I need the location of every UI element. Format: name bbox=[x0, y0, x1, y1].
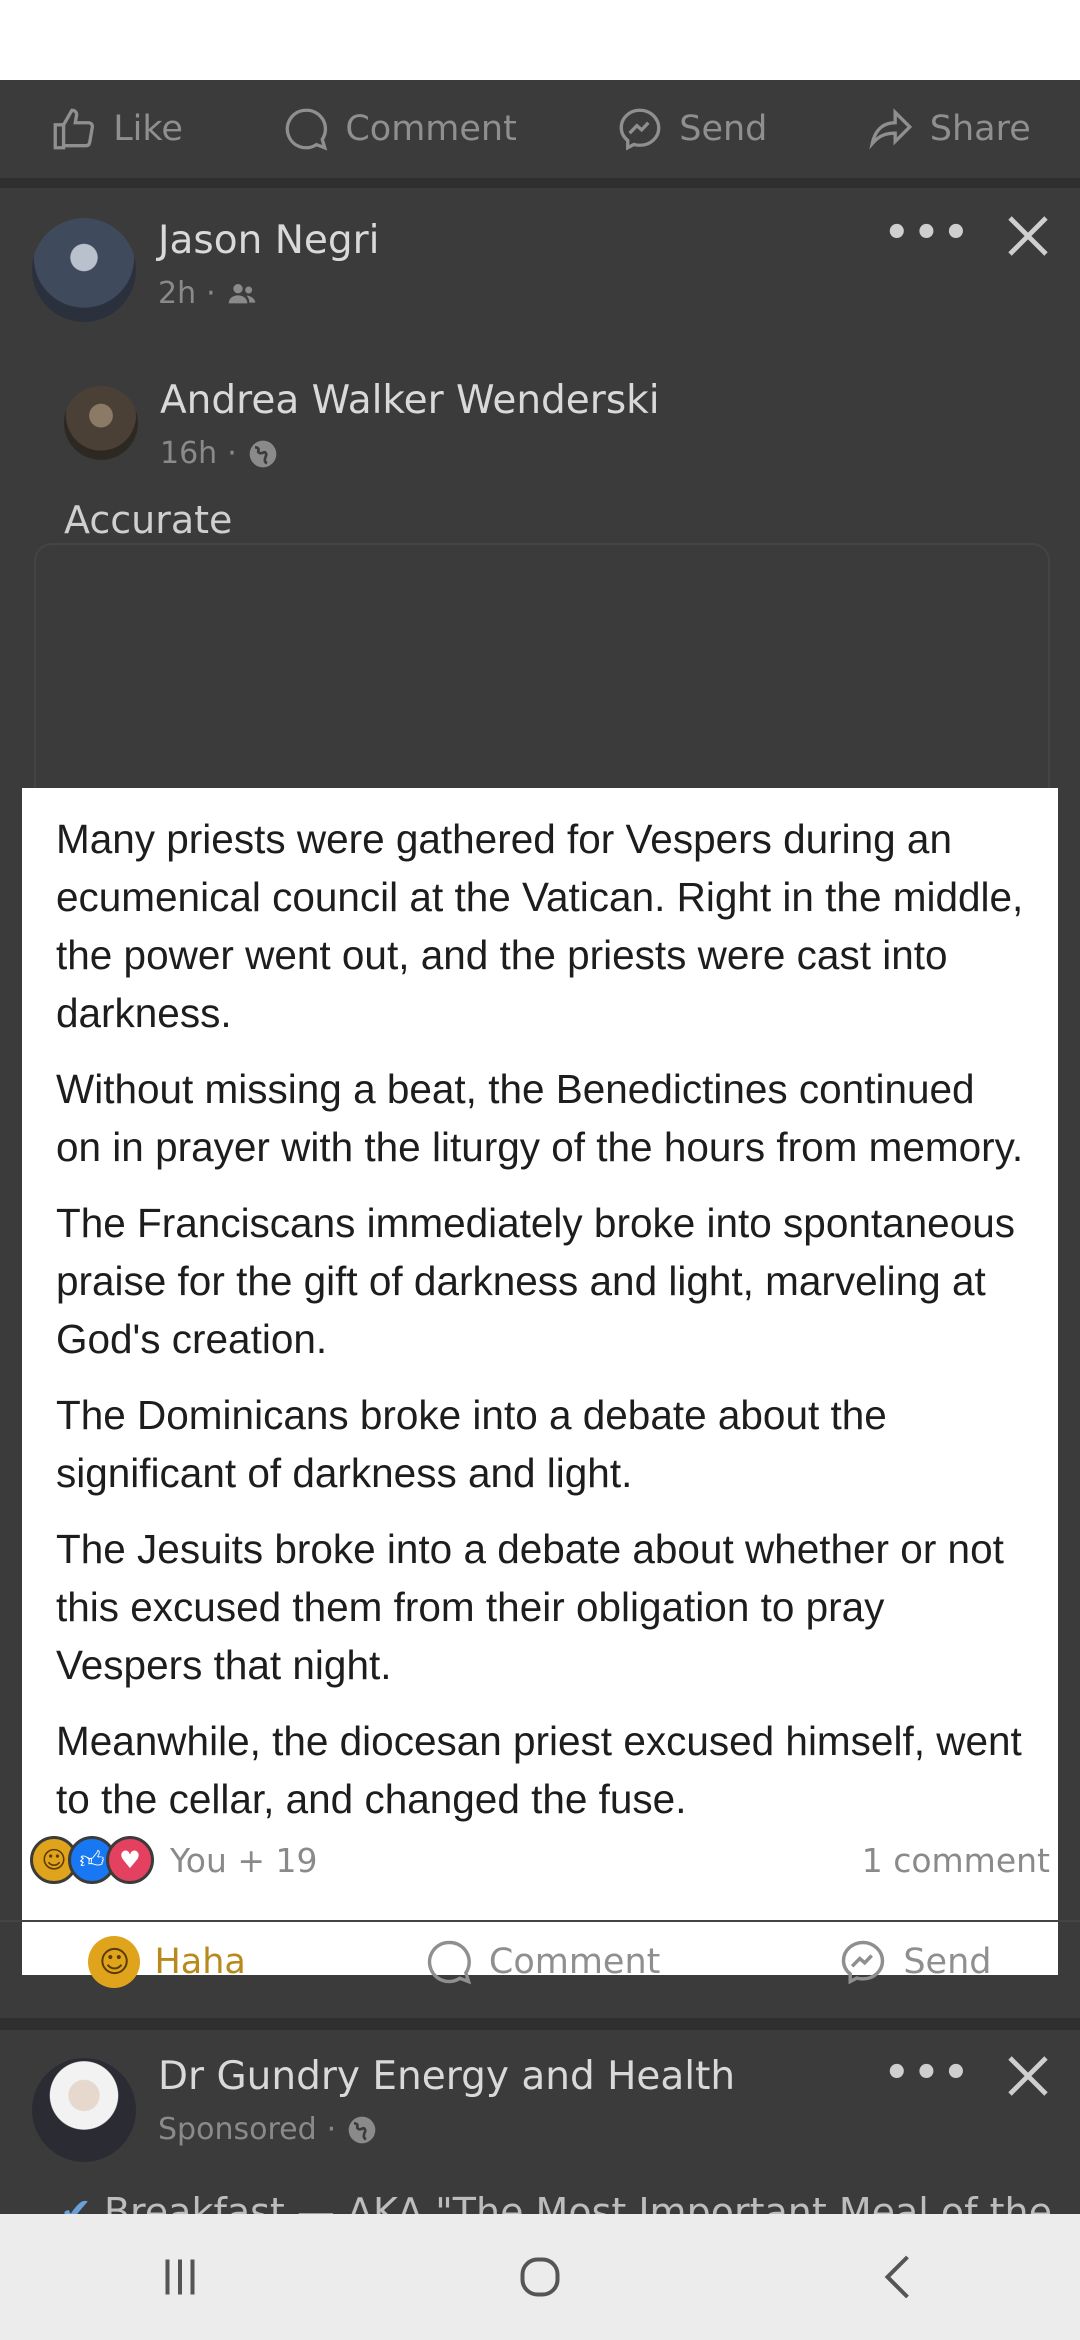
sponsor-meta: Sponsored · bbox=[158, 2112, 378, 2147]
author-avatar[interactable] bbox=[32, 218, 136, 322]
shared-post-meta: 16h · bbox=[160, 436, 279, 471]
share-label: Share bbox=[929, 109, 1031, 149]
post-send-button[interactable]: Send bbox=[837, 1936, 992, 1988]
like-label: Like bbox=[113, 109, 183, 149]
reaction-count[interactable]: You + 19 bbox=[170, 1841, 318, 1880]
quote-paragraph: Without missing a beat, the Benedictines… bbox=[56, 1066, 1024, 1170]
post-author-name[interactable]: Jason Negri bbox=[158, 218, 380, 263]
globe-icon bbox=[249, 440, 277, 467]
reactions-summary: ☺ 👍︎ ♥ You + 19 1 comment bbox=[30, 1830, 1050, 1890]
sponsor-name[interactable]: Dr Gundry Energy and Health bbox=[158, 2054, 735, 2099]
reaction-icons[interactable]: ☺ 👍︎ ♥ You + 19 bbox=[30, 1836, 318, 1884]
post-send-label: Send bbox=[903, 1942, 992, 1982]
more-options-icon[interactable]: ••• bbox=[884, 2050, 973, 2096]
messenger-icon bbox=[842, 1940, 885, 1985]
recent-apps-icon[interactable] bbox=[150, 2247, 210, 2307]
close-icon[interactable] bbox=[1004, 212, 1052, 260]
share-button[interactable]: Share bbox=[866, 104, 1031, 154]
shared-post-time[interactable]: 16h bbox=[160, 436, 217, 471]
post-comment-label: Comment bbox=[488, 1942, 661, 1982]
haha-icon: ☺ bbox=[88, 1936, 141, 1988]
love-reaction-icon: ♥ bbox=[106, 1836, 154, 1884]
quote-image[interactable]: Many priests were gathered for Vespers d… bbox=[22, 788, 1058, 1975]
shared-author-avatar[interactable] bbox=[64, 386, 138, 460]
previous-post-action-bar: Like Comment Send Share bbox=[0, 80, 1080, 188]
quote-paragraph: Many priests were gathered for Vespers d… bbox=[56, 816, 1024, 1036]
sponsored-label: Sponsored bbox=[158, 2112, 317, 2147]
quote-paragraph: Meanwhile, the diocesan priest excused h… bbox=[56, 1718, 1022, 1822]
haha-label: Haha bbox=[154, 1942, 246, 1982]
close-icon[interactable] bbox=[1004, 2052, 1052, 2100]
status-bar bbox=[0, 0, 1080, 80]
system-navigation-bar bbox=[0, 2214, 1080, 2340]
back-icon[interactable] bbox=[870, 2247, 930, 2307]
quote-paragraph: The Dominicans broke into a debate about… bbox=[56, 1392, 887, 1496]
friends-icon bbox=[228, 283, 255, 303]
sponsor-avatar[interactable] bbox=[32, 2058, 136, 2162]
post-time[interactable]: 2h bbox=[158, 276, 196, 311]
post-comment-button[interactable]: Comment bbox=[423, 1936, 660, 1988]
post-action-bar: ☺ Haha Comment Send bbox=[0, 1920, 1080, 2002]
comment-label: Comment bbox=[345, 109, 517, 149]
send-button[interactable]: Send bbox=[615, 104, 767, 154]
haha-button[interactable]: ☺ Haha bbox=[88, 1936, 246, 1988]
shared-post-text: Accurate bbox=[64, 498, 233, 542]
home-icon[interactable] bbox=[510, 2247, 570, 2307]
post-meta: 2h · bbox=[158, 276, 258, 311]
quote-paragraph: The Jesuits broke into a debate about wh… bbox=[56, 1526, 1004, 1688]
comment-icon bbox=[286, 108, 328, 151]
like-button[interactable]: Like bbox=[49, 104, 183, 154]
shared-author-name[interactable]: Andrea Walker Wenderski bbox=[160, 378, 660, 423]
messenger-icon bbox=[619, 108, 661, 151]
thumbs-up-icon bbox=[53, 108, 95, 150]
quote-paragraph: The Franciscans immediately broke into s… bbox=[56, 1200, 1015, 1362]
more-options-icon[interactable]: ••• bbox=[884, 210, 973, 256]
globe-icon bbox=[348, 2116, 376, 2143]
feed-divider bbox=[0, 2018, 1080, 2030]
comment-button[interactable]: Comment bbox=[281, 104, 517, 154]
sponsored-post: Dr Gundry Energy and Health Sponsored · … bbox=[0, 2030, 1080, 2220]
share-arrow-icon bbox=[869, 108, 912, 150]
shared-post-card[interactable] bbox=[34, 543, 1050, 805]
comment-icon bbox=[427, 1940, 472, 1985]
send-label: Send bbox=[679, 109, 768, 149]
comment-count[interactable]: 1 comment bbox=[862, 1841, 1050, 1880]
feed-post: Jason Negri 2h · ••• Andrea Walker Wende… bbox=[0, 188, 1080, 2018]
